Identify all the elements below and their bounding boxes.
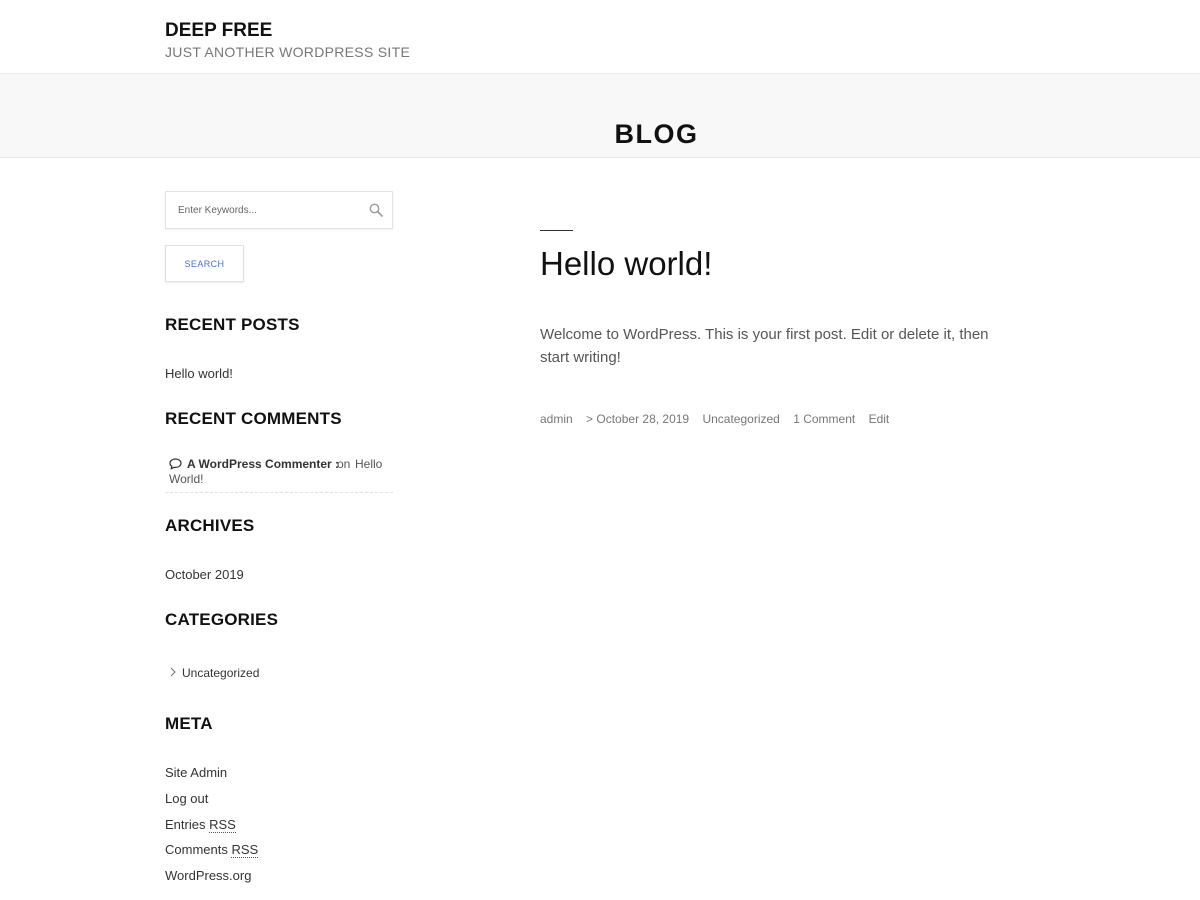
site-header: DEEP FREE JUST ANOTHER WORDPRESS SITE: [0, 0, 1200, 74]
post-edit-link[interactable]: Edit: [869, 412, 890, 426]
recent-post-link[interactable]: Hello world!: [165, 366, 233, 382]
post-excerpt: Welcome to WordPress. This is your first…: [540, 326, 989, 366]
meta-comments-rss-link[interactable]: Comments RSS: [165, 842, 259, 858]
site-title-link[interactable]: DEEP FREE: [165, 20, 272, 42]
rss-abbr: RSS: [209, 817, 236, 833]
comment-post-link[interactable]: Hello: [355, 457, 382, 472]
rss-abbr: RSS: [231, 842, 259, 858]
meta-title: META: [165, 714, 213, 733]
categories-title: CATEGORIES: [165, 610, 279, 629]
post-comments-link[interactable]: 1 Comment: [793, 412, 855, 426]
category-link[interactable]: Uncategorized: [182, 665, 259, 681]
post-author-link[interactable]: admin: [540, 412, 573, 426]
meta-wordpress-org-link[interactable]: WordPress.org: [165, 868, 251, 884]
comment-author[interactable]: A WordPress Commenter :: [187, 457, 339, 472]
post-meta: admin > October 28, 2019 Uncategorized 1…: [540, 412, 899, 426]
comment-post-link-continued[interactable]: World!: [169, 472, 203, 487]
archive-link[interactable]: October 2019: [165, 567, 244, 583]
meta-logout-link[interactable]: Log out: [165, 791, 208, 807]
post-title-divider: [540, 230, 573, 231]
meta-site-admin-link[interactable]: Site Admin: [165, 765, 227, 781]
comments-label: Comments: [165, 842, 228, 857]
search-button[interactable]: SEARCH: [165, 245, 244, 282]
recent-comments-title: RECENT COMMENTS: [165, 409, 342, 428]
chevron-right-icon: [170, 667, 176, 677]
page-banner: BLOG: [0, 73, 1200, 158]
page-title: BLOG: [614, 119, 699, 150]
meta-entries-rss-link[interactable]: Entries RSS: [165, 817, 236, 833]
archives-title: ARCHIVES: [165, 516, 255, 535]
search-icon[interactable]: [369, 203, 383, 217]
search-form: [165, 191, 393, 229]
post-date-link[interactable]: > October 28, 2019: [586, 412, 689, 426]
site-tagline: JUST ANOTHER WORDPRESS SITE: [165, 44, 411, 60]
recent-posts-title: RECENT POSTS: [165, 315, 300, 334]
comment-on-text: on: [337, 457, 351, 471]
entries-label: Entries: [165, 817, 206, 832]
post-title-link[interactable]: Hello world!: [540, 245, 712, 283]
search-input[interactable]: [166, 192, 366, 228]
recent-comment-item: A WordPress Commenter : on Hello World!: [165, 457, 393, 493]
post-category-link[interactable]: Uncategorized: [702, 412, 779, 426]
comment-icon: [169, 458, 182, 470]
